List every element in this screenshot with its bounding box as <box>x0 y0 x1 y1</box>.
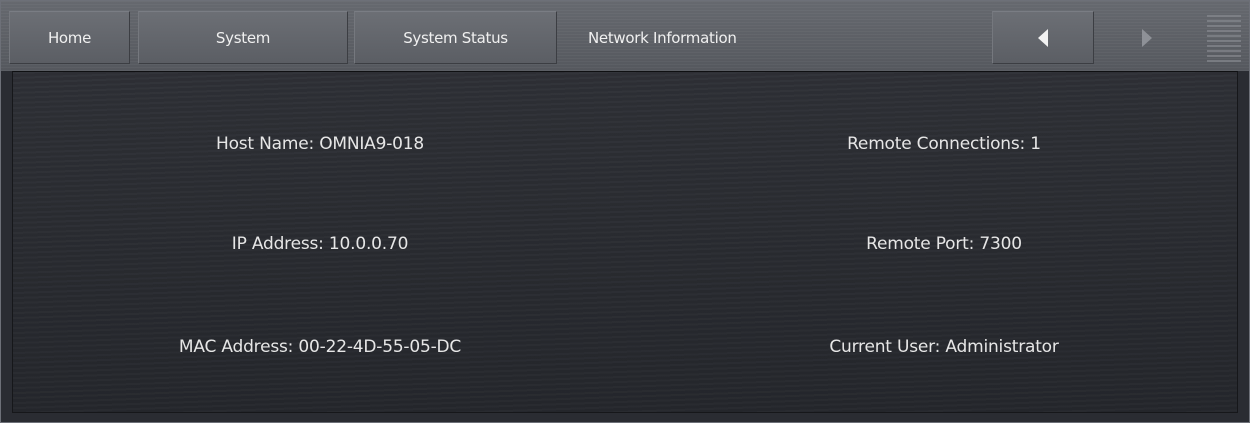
mac-address-row: MAC Address: 00-22-4D-55-05-DC <box>179 337 461 357</box>
remote-connections-row: Remote Connections: 1 <box>847 134 1041 154</box>
top-navigation-bar: Home System System Status Network Inform… <box>1 1 1249 71</box>
remote-port-row: Remote Port: 7300 <box>866 234 1022 254</box>
current-user-row: Current User: Administrator <box>829 337 1059 357</box>
triangle-left-icon <box>1038 28 1048 47</box>
previous-page-button[interactable] <box>992 11 1094 64</box>
mac-address-value: 00-22-4D-55-05-DC <box>298 337 462 357</box>
triangle-right-icon <box>1142 28 1152 47</box>
menu-button[interactable] <box>1207 14 1241 62</box>
tab-system[interactable]: System <box>138 11 348 64</box>
remote-port-label: Remote Port: <box>866 234 975 254</box>
current-user-label: Current User: <box>829 337 941 357</box>
remote-connections-value: 1 <box>1030 134 1041 154</box>
ip-address-value: 10.0.0.70 <box>328 234 409 254</box>
network-info-panel: Host Name: OMNIA9-018 IP Address: 10.0.0… <box>12 71 1238 413</box>
remote-port-value: 7300 <box>979 234 1022 254</box>
host-name-value: OMNIA9-018 <box>319 134 425 154</box>
host-name-label: Host Name: <box>215 134 314 154</box>
current-user-value: Administrator <box>945 337 1059 357</box>
host-name-row: Host Name: OMNIA9-018 <box>216 134 424 154</box>
tab-system-status[interactable]: System Status <box>354 11 557 64</box>
remote-connections-label: Remote Connections: <box>847 134 1026 154</box>
tab-home[interactable]: Home <box>9 11 130 64</box>
app-window: Home System System Status Network Inform… <box>0 0 1250 423</box>
ip-address-label: IP Address: <box>231 234 324 254</box>
hamburger-lines-icon <box>1207 15 1241 62</box>
next-page-button[interactable] <box>1095 11 1199 64</box>
ip-address-row: IP Address: 10.0.0.70 <box>231 234 409 254</box>
page-title: Network Information <box>588 28 737 47</box>
mac-address-label: MAC Address: <box>178 337 294 357</box>
